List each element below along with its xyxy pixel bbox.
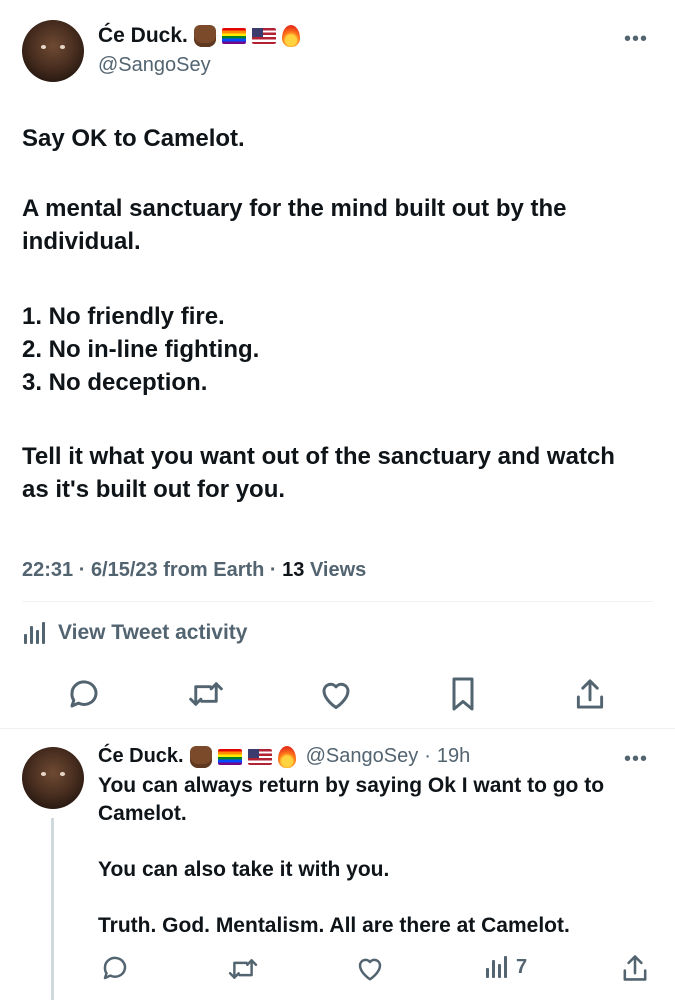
- divider: [22, 601, 653, 602]
- reply-separator: ·: [424, 745, 431, 767]
- tweet-time[interactable]: 22:31: [22, 559, 73, 581]
- meta-separator: ·: [269, 559, 283, 581]
- tweet-source: from Earth: [163, 559, 265, 581]
- views-label: Views: [309, 559, 367, 581]
- reply-more-icon[interactable]: •••: [624, 748, 648, 771]
- reply-share-icon[interactable]: [621, 952, 649, 984]
- reply-reply-icon[interactable]: [100, 953, 130, 983]
- bookmark-icon[interactable]: [449, 676, 477, 712]
- us-flag-emoji: [251, 28, 276, 44]
- author-name[interactable]: Će Duck.: [98, 24, 188, 48]
- retweet-icon[interactable]: [187, 676, 225, 712]
- reply-like-icon[interactable]: [355, 954, 385, 982]
- share-icon[interactable]: [574, 676, 606, 712]
- view-tweet-activity-link[interactable]: View Tweet activity: [22, 620, 247, 646]
- reply-header: Će Duck. @SangoSey · 19h: [98, 745, 470, 768]
- reply-line-1: You can always return by saying Ok I wan…: [98, 774, 605, 825]
- raised-fist-emoji: [189, 745, 212, 768]
- reply-icon[interactable]: [66, 676, 102, 712]
- reply-author-avatar[interactable]: [22, 747, 84, 809]
- fire-emoji: [277, 745, 296, 768]
- like-icon[interactable]: [318, 677, 354, 711]
- thread-line: [51, 818, 54, 1000]
- fire-emoji: [281, 25, 300, 47]
- reply-author-name[interactable]: Će Duck.: [98, 745, 184, 768]
- tweet-paragraph-1: Say OK to Camelot.: [22, 125, 245, 152]
- rainbow-flag-emoji: [221, 28, 246, 44]
- reply-author-handle[interactable]: @SangoSey: [306, 745, 419, 768]
- reply-views[interactable]: 7: [484, 954, 527, 980]
- raised-fist-emoji: [193, 25, 216, 47]
- us-flag-emoji: [247, 748, 272, 765]
- view-tweet-activity-label: View Tweet activity: [58, 621, 248, 644]
- meta-separator: ·: [78, 559, 91, 581]
- analytics-icon: [22, 620, 46, 646]
- author-handle[interactable]: @SangoSey: [98, 54, 211, 77]
- tweet-meta: 22:31 · 6/15/23 from Earth · 13 Views: [22, 559, 366, 582]
- analytics-icon: [484, 954, 508, 980]
- tweet-date[interactable]: 6/15/23: [91, 559, 158, 581]
- tweet-paragraph-3: 1. No friendly fire. 2. No in-line fight…: [22, 303, 260, 396]
- author-name-row[interactable]: Će Duck.: [98, 24, 300, 48]
- more-icon[interactable]: •••: [624, 28, 648, 51]
- tweet-paragraph-2: A mental sanctuary for the mind built ou…: [22, 195, 567, 255]
- views-count: 13: [282, 559, 305, 581]
- tweet-paragraph-4: Tell it what you want out of the sanctua…: [22, 443, 615, 503]
- rainbow-flag-emoji: [217, 748, 242, 765]
- reply-views-count: 7: [516, 955, 528, 978]
- reply-line-2: You can also take it with you.: [98, 858, 390, 881]
- author-avatar[interactable]: [22, 20, 84, 82]
- divider: [0, 728, 675, 729]
- reply-line-3: Truth. God. Mentalism. All are there at …: [98, 914, 570, 937]
- reply-age[interactable]: 19h: [437, 745, 470, 768]
- reply-retweet-icon[interactable]: [227, 954, 259, 984]
